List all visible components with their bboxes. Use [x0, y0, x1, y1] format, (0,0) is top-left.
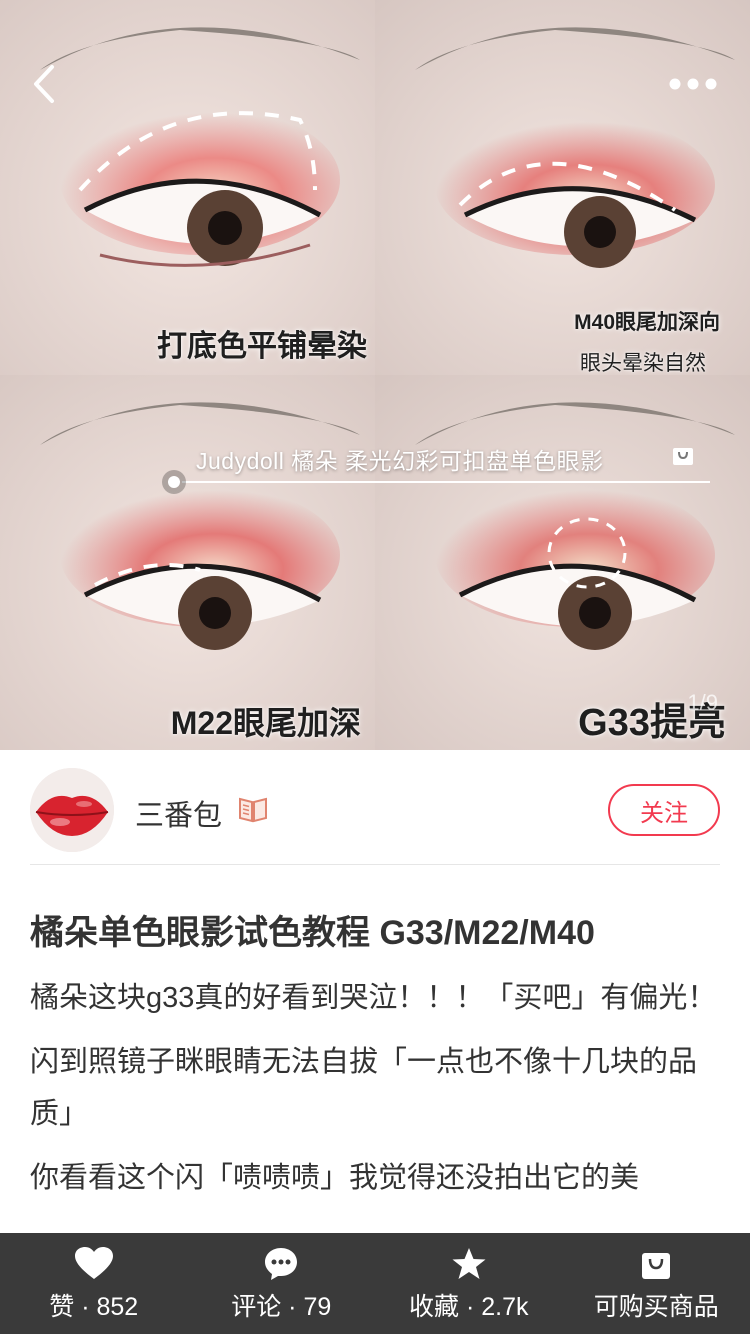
panel-caption: M40眼尾加深向 [574, 311, 720, 334]
shopping-bag-icon [673, 448, 693, 465]
post-body: 橘朵这块g33真的好看到哭泣！！！「买吧」有偏光！ 闪到照镜子眯眼睛无法自拔「一… [30, 972, 720, 1216]
shop-label: 可购买商品 [593, 1292, 719, 1321]
body-paragraph: 你看看这个闪「啧啧啧」我觉得还没拍出它的美 [30, 1162, 640, 1194]
eye-makeup-photo [0, 375, 375, 750]
more-options-button[interactable] [658, 58, 728, 110]
divider [30, 864, 720, 865]
body-paragraph: 橘朵这块g33真的好看到哭泣！！！「买吧」有偏光！ [30, 982, 717, 1014]
panel-caption: M22眼尾加深 [170, 705, 361, 741]
comment-button[interactable]: 评论 · 79 [188, 1233, 376, 1334]
follow-button[interactable]: 关注 [608, 784, 720, 836]
author-name[interactable]: 三番包 [135, 792, 222, 834]
panel-caption: 眼头晕染自然 [580, 352, 706, 375]
eye-photo-panel-2: M40眼尾加深向 眼头晕染自然 [375, 0, 750, 375]
tag-line [182, 481, 710, 483]
post-title: 橘朵单色眼影试色教程 G33/M22/M40 [30, 914, 595, 952]
author-row: 三番包 关注 [30, 766, 720, 854]
shopping-bag-icon [637, 1245, 675, 1283]
tag-anchor-dot [162, 470, 186, 494]
panel-caption: 打底色平铺晕染 [157, 330, 367, 363]
star-icon [450, 1245, 488, 1283]
body-paragraph: 闪到照镜子眯眼睛无法自拔「一点也不像十几块的品质」 [30, 1046, 698, 1130]
back-button[interactable] [14, 58, 74, 110]
post-image-carousel[interactable]: 打底色平铺晕染 M40眼尾加深向 眼头晕染自然 M22眼尾加深 G33提亮 Ju… [0, 0, 750, 750]
product-tag-label: Judydoll 橘朵 柔光幻彩可扣盘单色眼影 [196, 448, 604, 474]
comment-count-label: 评论 · 79 [231, 1292, 332, 1321]
more-dots-icon [669, 78, 717, 90]
shop-button[interactable]: 可购买商品 [563, 1233, 750, 1334]
like-count-label: 赞 · 852 [49, 1292, 139, 1321]
collect-count-label: 收藏 · 2.7k [409, 1292, 529, 1321]
product-tag[interactable]: Judydoll 橘朵 柔光幻彩可扣盘单色眼影 [162, 436, 712, 494]
page-indicator: 1/9 [687, 690, 718, 715]
avatar[interactable] [30, 768, 114, 852]
heart-icon [74, 1245, 113, 1283]
eye-makeup-photo [0, 0, 375, 375]
bottom-action-bar: 赞 · 852 评论 · 79 收藏 · 2.7k 可购买商品 [0, 1233, 750, 1334]
collect-button[interactable]: 收藏 · 2.7k [375, 1233, 563, 1334]
like-button[interactable]: 赞 · 852 [0, 1233, 188, 1334]
lips-avatar-image [30, 768, 114, 852]
eye-photo-panel-3: M22眼尾加深 [0, 375, 375, 750]
book-icon [239, 797, 267, 823]
chevron-left-icon [34, 65, 54, 103]
comment-icon [262, 1245, 300, 1283]
eye-photo-panel-1: 打底色平铺晕染 [0, 0, 375, 375]
